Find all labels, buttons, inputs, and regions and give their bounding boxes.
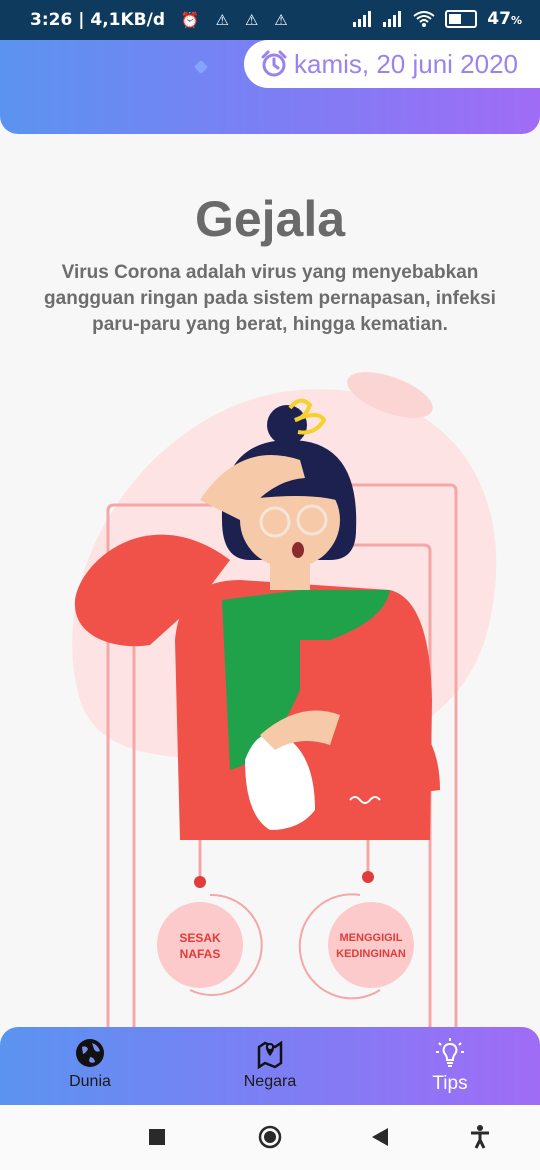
status-time: 3:26 (30, 10, 73, 30)
alarm-status-icon: ⏰ (180, 11, 200, 29)
signal-icon (383, 11, 402, 27)
status-bar: 3:26 | 4,1KB/d ⏰ ⚠ ⚠ ⚠ 47% (0, 0, 540, 40)
bottom-navigation: Dunia Negara Tips (0, 1027, 540, 1105)
home-button[interactable] (258, 1125, 282, 1149)
back-button[interactable] (372, 1128, 388, 1146)
lightbulb-icon (436, 1038, 464, 1067)
nav-item-dunia[interactable]: Dunia (30, 1037, 150, 1091)
symptom-badge-label: SESAK NAFAS (179, 931, 221, 961)
date-pill: kamis, 20 juni 2020 (244, 40, 540, 88)
globe-icon (76, 1039, 104, 1067)
map-pin-icon (257, 1040, 283, 1069)
recents-button[interactable] (149, 1129, 165, 1145)
page-title: Gejala (194, 191, 346, 247)
page-description: Virus Corona adalah virus yang menyebabk… (44, 262, 496, 335)
signal-icon (353, 11, 372, 27)
symptom-badge-label: MENGGIGIL KEDINGINAN (336, 932, 406, 960)
wifi-icon (413, 11, 435, 27)
decorative-diamond (193, 59, 209, 75)
nav-item-tips[interactable]: Tips (390, 1037, 510, 1095)
warning-icon: ⚠ (274, 11, 288, 29)
accessibility-icon[interactable] (470, 1125, 490, 1149)
warning-icon: ⚠ (215, 11, 229, 29)
battery-icon (445, 10, 478, 28)
status-right: 47% (353, 9, 522, 29)
status-left: 3:26 | 4,1KB/d ⏰ ⚠ ⚠ ⚠ (30, 10, 288, 30)
network-speed: 4,1KB/d (90, 10, 165, 30)
warning-icon: ⚠ (244, 11, 259, 29)
alarm-clock-icon (261, 50, 287, 77)
system-navigation-bar (0, 1105, 540, 1170)
nav-item-negara[interactable]: Negara (210, 1037, 330, 1091)
battery-level: 47% (487, 9, 522, 29)
date-text: kamis, 20 juni 2020 (294, 48, 519, 79)
symptom-illustration (72, 372, 497, 1040)
